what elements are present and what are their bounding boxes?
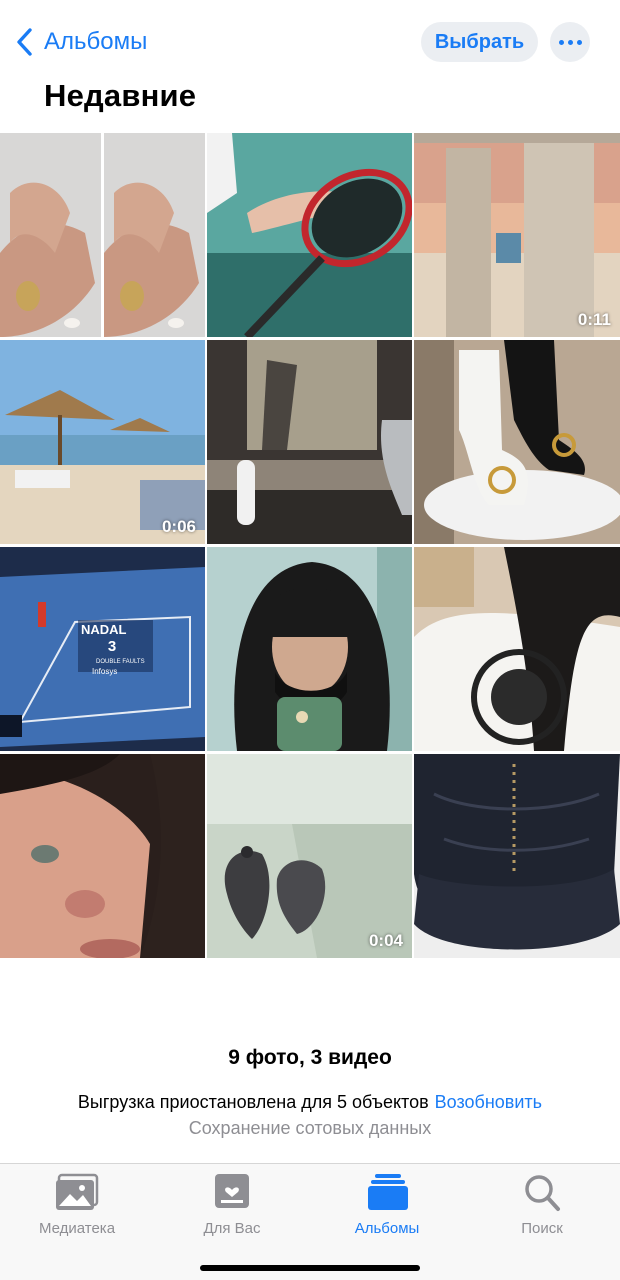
photo-image: [207, 133, 412, 337]
photo-image: [0, 754, 205, 958]
scoreboard-sponsor: Infosys: [92, 667, 117, 676]
tab-bar: Медиатека Для Вас Альбомы Поиск: [0, 1163, 620, 1280]
tab-library[interactable]: Медиатека: [2, 1172, 152, 1237]
back-button-label: Альбомы: [44, 28, 148, 55]
photo-image: [414, 340, 620, 544]
video-thumbnail[interactable]: 0:06: [0, 340, 205, 544]
more-options-button[interactable]: [550, 22, 590, 62]
ellipsis-icon: [558, 39, 564, 45]
video-image: [0, 340, 205, 544]
photo-thumbnail[interactable]: [207, 133, 412, 337]
photo-thumbnail[interactable]: [414, 340, 620, 544]
photo-thumbnail[interactable]: [0, 754, 205, 958]
upload-status: Выгрузка приостановлена для 5 объектов Во…: [0, 1092, 620, 1113]
photo-thumbnail[interactable]: [207, 547, 412, 751]
photo-image: [0, 133, 205, 337]
photo-library-icon: [56, 1173, 99, 1210]
photo-thumbnail[interactable]: [207, 340, 412, 544]
chevron-left-icon: [17, 28, 32, 56]
tab-search-label: Поиск: [521, 1220, 563, 1237]
video-thumbnail[interactable]: 0:04: [207, 754, 412, 958]
home-indicator: [200, 1265, 420, 1271]
back-button[interactable]: Альбомы: [14, 24, 147, 60]
search-icon: [525, 1175, 560, 1211]
scoreboard-count: 3: [108, 638, 116, 655]
photo-image: [414, 754, 620, 958]
tab-albums-label: Альбомы: [354, 1220, 420, 1237]
video-duration: 0:04: [368, 931, 403, 950]
video-duration: 0:11: [577, 310, 611, 329]
scoreboard-label: DOUBLE FAULTS: [96, 659, 145, 665]
tab-albums[interactable]: Альбомы: [312, 1172, 462, 1237]
photo-image: [414, 547, 620, 751]
photo-thumbnail[interactable]: [0, 133, 205, 337]
video-thumbnail[interactable]: 0:11: [414, 133, 620, 337]
tab-search[interactable]: Поиск: [467, 1172, 617, 1237]
select-button[interactable]: Выбрать: [421, 22, 538, 62]
tab-library-label: Медиатека: [38, 1220, 116, 1237]
video-duration: 0:06: [161, 517, 196, 536]
photo-thumbnail[interactable]: [414, 547, 620, 751]
library-summary: 9 фото, 3 видео: [228, 1046, 392, 1069]
photo-image: [207, 547, 412, 751]
resume-upload-link[interactable]: Возобновить: [435, 1092, 542, 1112]
video-image: [207, 754, 412, 958]
video-image: [414, 133, 620, 337]
photo-thumbnail[interactable]: NADAL 3 DOUBLE FAULTS Infosys: [0, 547, 205, 751]
scoreboard-name: NADAL: [81, 622, 127, 637]
tab-for-you-label: Для Вас: [203, 1220, 261, 1237]
tab-for-you[interactable]: Для Вас: [157, 1172, 307, 1237]
photo-thumbnail[interactable]: [414, 754, 620, 958]
photo-grid: 0:11 0:06 NADAL 3 DOUBLE FAULTS Infosys …: [0, 133, 620, 958]
page-title: Недавние: [44, 78, 197, 113]
upload-status-text: Выгрузка приостановлена для 5 объектов: [77, 1092, 429, 1112]
albums-icon: [368, 1174, 408, 1210]
for-you-icon: [215, 1174, 249, 1208]
photo-image: [207, 340, 412, 544]
photo-image: NADAL 3 DOUBLE FAULTS Infosys: [0, 547, 205, 751]
cellular-data-note: Сохранение сотовых данных: [188, 1118, 432, 1138]
navigation-bar: Альбомы Выбрать: [0, 0, 620, 80]
